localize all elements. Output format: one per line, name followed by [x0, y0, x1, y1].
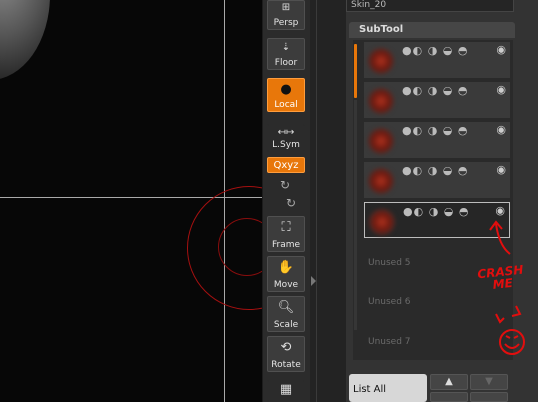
subtool-thumbnail — [368, 88, 394, 114]
subtool-header[interactable]: SubTool — [349, 22, 515, 38]
subtool-scroll-thumb[interactable] — [354, 44, 357, 98]
arrow-down-icon: ▼ — [485, 376, 493, 387]
move-hand-icon: ✋ — [277, 260, 295, 275]
annotation-devil-face-icon — [495, 305, 525, 355]
subtool-toggle-icons[interactable]: ●◐ ◑ ◒ ◓ — [403, 205, 469, 218]
subtool-toggle-icons[interactable]: ●◐ ◑ ◒ ◓ — [402, 164, 468, 177]
floor-button[interactable]: ⇣ Floor — [267, 38, 305, 70]
grid-icon: ▦ — [279, 382, 293, 397]
subtool-row[interactable]: ●◐ ◑ ◒ ◓ ◉ — [364, 42, 510, 78]
annotation-arrow-icon — [489, 220, 511, 255]
move-label: Move — [273, 280, 299, 290]
arrow-right-button[interactable] — [430, 392, 468, 402]
local-button[interactable]: ● Local — [267, 78, 305, 112]
visibility-eye-icon[interactable]: ◉ — [496, 83, 506, 96]
subtool-thumbnail — [368, 48, 394, 74]
lsym-label: L.Sym — [272, 140, 300, 150]
rotate-label: Rotate — [271, 360, 301, 370]
subtool-scroll-track[interactable] — [354, 100, 357, 330]
rotate-z-icon[interactable]: ↻ — [283, 195, 299, 211]
subtool-thumbnail — [368, 128, 394, 154]
lsym-button[interactable]: ↤↦ L.Sym — [267, 124, 305, 152]
subtool-thumbnail — [368, 168, 394, 194]
list-all-button[interactable]: List All — [349, 374, 427, 402]
floor-icon: ⇣ — [281, 42, 291, 53]
mesh-object — [0, 0, 50, 80]
arrow-up-icon: ▲ — [445, 376, 453, 387]
visibility-eye-icon[interactable]: ◉ — [496, 163, 506, 176]
rotate-button[interactable]: ⟲ Rotate — [267, 336, 305, 372]
lsym-icon: ↤↦ — [277, 127, 295, 138]
frame-button[interactable]: ⛶ Frame — [267, 216, 305, 252]
unused-slot: Unused 5 — [368, 258, 411, 268]
visibility-eye-icon[interactable]: ◉ — [496, 123, 506, 136]
visibility-eye-icon[interactable]: ◉ — [495, 204, 505, 217]
scale-button[interactable]: 🔍︎ Scale — [267, 296, 305, 332]
persp-button[interactable]: ⊞ Persp — [267, 0, 305, 30]
canvas-viewport[interactable] — [0, 0, 262, 402]
rotate-icon: ⟲ — [280, 340, 292, 355]
subtool-thumbnail — [369, 209, 395, 235]
subtool-row[interactable]: ●◐ ◑ ◒ ◓ ◉ — [364, 122, 510, 158]
subtool-toggle-icons[interactable]: ●◐ ◑ ◒ ◓ — [402, 84, 468, 97]
expand-arrow-icon[interactable] — [311, 276, 316, 286]
unused-slot: Unused 6 — [368, 297, 411, 307]
subtool-toggle-icons[interactable]: ●◐ ◑ ◒ ◓ — [402, 44, 468, 57]
local-label: Local — [274, 100, 298, 110]
floor-label: Floor — [274, 58, 298, 68]
move-down-button[interactable]: ▼ — [470, 374, 508, 390]
persp-label: Persp — [273, 18, 299, 28]
subtool-row[interactable]: ●◐ ◑ ◒ ◓ ◉ — [364, 162, 510, 198]
subtool-row[interactable]: ●◐ ◑ ◒ ◓ ◉ — [364, 82, 510, 118]
arrow-left-button[interactable] — [470, 392, 508, 402]
polyframe-button[interactable]: ▦ — [267, 380, 305, 402]
xyz-label: Qxyz — [273, 160, 299, 171]
visibility-eye-icon[interactable]: ◉ — [496, 43, 506, 56]
annotation-text: CRASH ME — [477, 263, 525, 293]
move-button[interactable]: ✋ Move — [267, 256, 305, 292]
frame-icon: ⛶ — [281, 220, 291, 235]
local-icon: ● — [280, 82, 292, 97]
rotate-y-icon[interactable]: ↻ — [277, 177, 293, 193]
move-up-button[interactable]: ▲ — [430, 374, 468, 390]
gutter-divider — [316, 0, 317, 402]
unused-slot: Unused 7 — [368, 337, 411, 347]
tool-name-field[interactable]: Skin_20 — [346, 0, 514, 12]
frame-label: Frame — [271, 240, 301, 250]
scale-magnifier-icon: 🔍︎ — [277, 300, 295, 315]
scale-label: Scale — [273, 320, 299, 330]
subtool-toggle-icons[interactable]: ●◐ ◑ ◒ ◓ — [402, 124, 468, 137]
xyz-symmetry-button[interactable]: Qxyz — [267, 157, 305, 173]
persp-icon: ⊞ — [281, 2, 291, 13]
